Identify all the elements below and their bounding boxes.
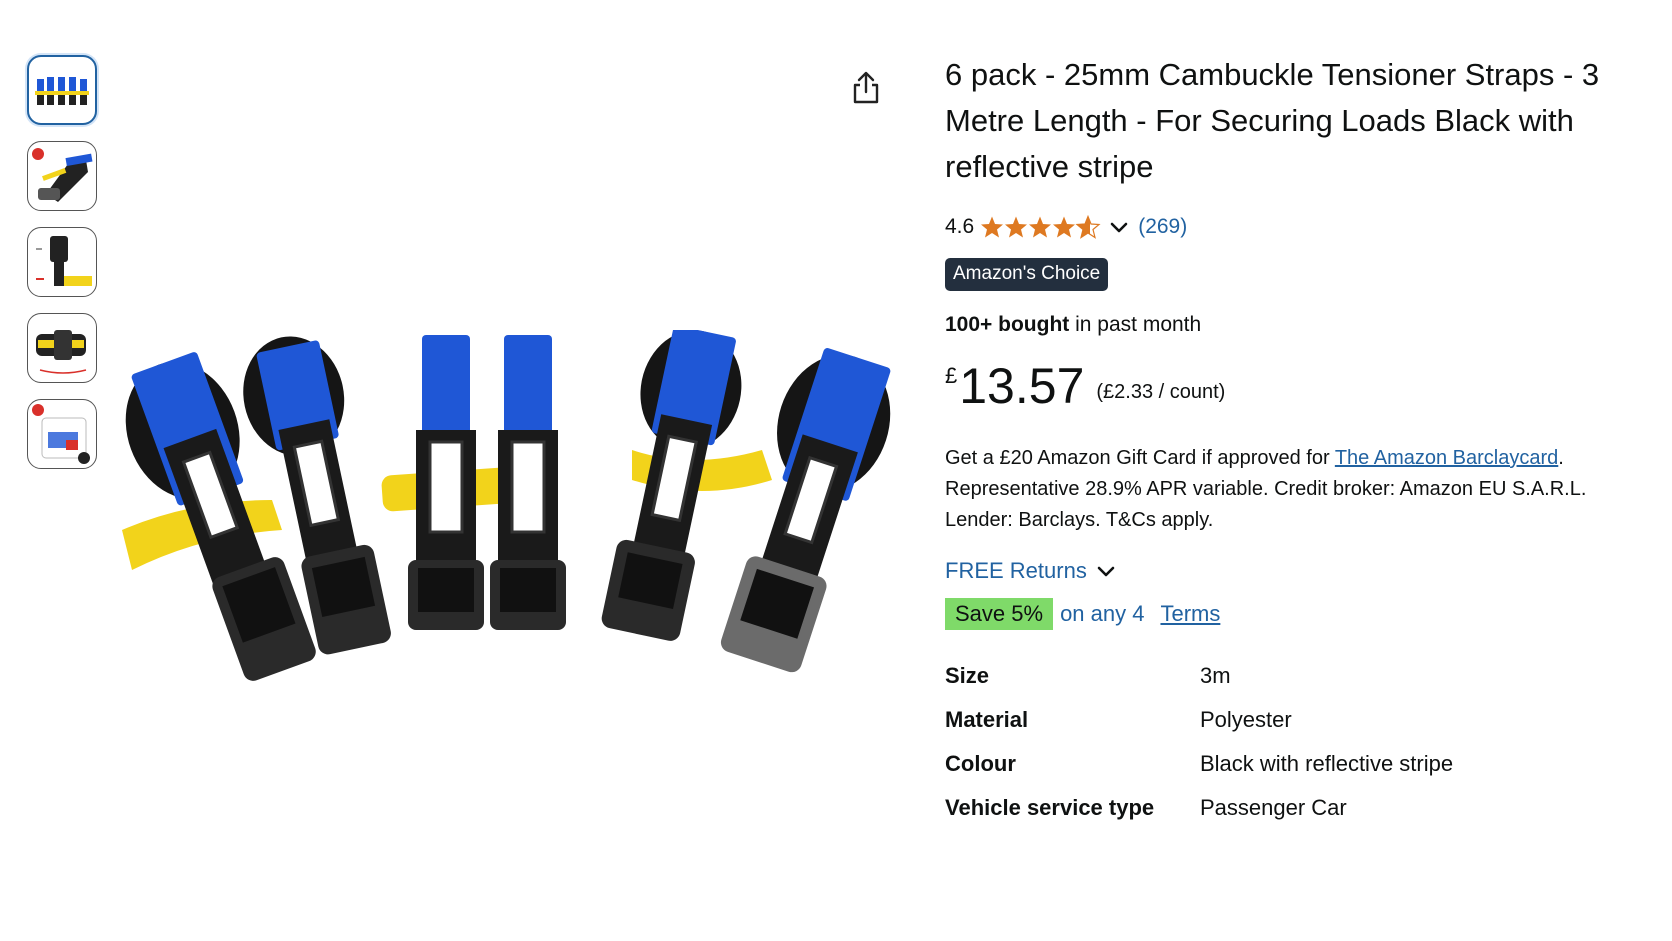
free-returns-dropdown[interactable]: FREE Returns: [945, 558, 1645, 584]
rating-row: 4.6 (269): [945, 212, 1645, 242]
share-icon[interactable]: [848, 70, 884, 106]
bought-count: 100+ bought: [945, 313, 1070, 336]
product-specs-table: Size 3m Material Polyester Colour Black …: [945, 654, 1645, 830]
promo-lender-text: Lender: Barclays. T&Cs apply.: [945, 509, 1214, 531]
promo-text-prefix: Get a £20 Amazon Gift Card if approved f…: [945, 447, 1335, 469]
rating-value: 4.6: [945, 215, 975, 238]
chevron-down-icon[interactable]: [1108, 216, 1130, 238]
bought-in-past-month: 100+ bought in past month: [945, 313, 1645, 337]
spec-key: Vehicle service type: [945, 795, 1155, 820]
thumbnail-3[interactable]: [27, 227, 97, 297]
spec-key: Size: [945, 663, 990, 688]
spec-key: Colour: [945, 751, 1016, 776]
save-badge: Save 5%: [945, 598, 1054, 630]
star-icon: [1029, 216, 1052, 238]
barclaycard-promo: Get a £20 Amazon Gift Card if approved f…: [945, 443, 1645, 536]
star-icon: [1005, 216, 1028, 238]
price-value: 13.57: [959, 358, 1085, 414]
thumbnail-list: [27, 55, 99, 485]
save-condition: on any 4: [1060, 601, 1145, 626]
spec-row: Colour Black with reflective stripe: [945, 742, 1645, 786]
spec-row: Vehicle service type Passenger Car: [945, 786, 1645, 830]
thumbnail-1[interactable]: [27, 55, 97, 125]
spec-row: Size 3m: [945, 654, 1645, 698]
terms-link[interactable]: Terms: [1160, 601, 1220, 627]
spec-key: Material: [945, 707, 1029, 732]
thumbnail-5[interactable]: [27, 399, 97, 469]
thumbnail-2[interactable]: [27, 141, 97, 211]
review-count-link[interactable]: (269): [1138, 215, 1187, 239]
spec-row: Material Polyester: [945, 698, 1645, 742]
promo-text-suffix: .: [1558, 447, 1564, 469]
free-returns-label: FREE Returns: [945, 558, 1087, 583]
main-product-image[interactable]: [112, 325, 942, 740]
thumbnail-4[interactable]: [27, 313, 97, 383]
star-icon: [981, 216, 1004, 238]
savings-row: Save 5% on any 4 Terms: [945, 598, 1645, 630]
star-icon: [1053, 216, 1076, 238]
bought-period: in past month: [1069, 313, 1202, 336]
spec-value: Polyester: [1200, 707, 1292, 732]
spec-value: Black with reflective stripe: [1200, 751, 1454, 776]
barclaycard-link[interactable]: The Amazon Barclaycard: [1335, 447, 1558, 469]
star-rating[interactable]: [980, 214, 1104, 240]
price-row: £ 13.57 (£2.33 / count): [945, 359, 1645, 419]
product-info: 6 pack - 25mm Cambuckle Tensioner Straps…: [945, 52, 1645, 830]
spec-value: 3m: [1200, 663, 1231, 688]
stars-icon: [981, 215, 1100, 239]
product-title: 6 pack - 25mm Cambuckle Tensioner Straps…: [945, 57, 1600, 184]
star-half-icon: [1076, 215, 1100, 239]
promo-apr-text: Representative 28.9% APR variable. Credi…: [945, 478, 1587, 500]
spec-value: Passenger Car: [1200, 795, 1347, 820]
amazons-choice-badge: Amazon's Choice: [945, 258, 1109, 291]
chevron-down-icon: [1097, 566, 1115, 577]
unit-price: (£2.33 / count): [1096, 381, 1226, 403]
currency-symbol: £: [945, 363, 958, 388]
